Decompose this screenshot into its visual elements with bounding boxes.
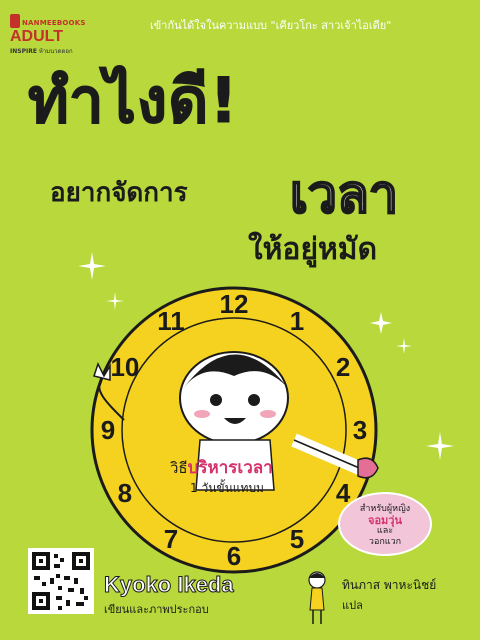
method-sub: 1 วันขั้นแทบม [190, 481, 264, 495]
imprint-name: INSPIRE [10, 48, 37, 55]
translator-role: แปล [342, 599, 363, 612]
clock-number-12: 12 [220, 289, 249, 319]
clock-number-9: 9 [101, 415, 115, 445]
book-icon [10, 13, 20, 28]
method-highlight: บริหารเวลา [187, 458, 273, 478]
clock-number-11: 11 [157, 306, 185, 336]
clock-number-8: 8 [118, 478, 132, 508]
publisher-name-row: NANMEEBOOKS [10, 10, 110, 29]
book-title: ทำไงดี! [28, 64, 239, 137]
clock-number-10: 10 [110, 352, 139, 382]
audience-bubble: สำหรับผู้หญิง จอมวุ่น และ วอกแวก [338, 492, 432, 556]
title-emphasis: เวลา [289, 164, 399, 226]
imprint-thai: ห้ามนวดดอก [38, 48, 73, 55]
title-tail: ให้อยู่หมัด [248, 232, 378, 267]
author-name: Kyoko Ikeda [104, 572, 235, 598]
clock-number-3: 3 [353, 415, 367, 445]
sparkle-icon [426, 432, 454, 460]
clock-number-5: 5 [290, 524, 304, 554]
publisher-name: NANMEEBOOKS [22, 19, 86, 27]
clock-number-1: 1 [290, 306, 304, 336]
publisher-logo: NANMEEBOOKS ADULT INSPIRE ห้ามนวดดอก [10, 10, 110, 56]
bubble-line-2: จอมวุ่น [368, 514, 402, 527]
book-cover: NANMEEBOOKS ADULT INSPIRE ห้ามนวดดอก เข้… [0, 0, 480, 640]
publisher-line: ADULT [10, 28, 64, 45]
method-prefix: วิธี [170, 459, 188, 477]
tagline: เข้ากันได้ใจในความแบบ "เคียวโกะ สาวเจ้าไ… [150, 19, 392, 32]
author-role: เขียนและภาพประกอบ [104, 603, 209, 616]
imprint-row: INSPIRE ห้ามนวดดอก [10, 46, 110, 56]
title-subline: อยากจัดการ [50, 178, 188, 208]
qr-code [28, 548, 94, 614]
sparkle-icon [78, 252, 106, 280]
clock-face: 121234567891011 [90, 286, 379, 574]
translator-figure-icon [308, 571, 326, 624]
clock-number-6: 6 [227, 541, 241, 571]
clock-illustration: 12 1 2 3 4 5 6 7 8 9 10 11 [84, 280, 384, 580]
bubble-line-4: วอกแวก [368, 537, 402, 547]
clock-number-2: 2 [336, 352, 350, 382]
bubble-line-3: และ [376, 526, 394, 536]
method-caption: วิธีบริหารเวลา 1 วันขั้นแทบม [170, 458, 320, 498]
clock-number-7: 7 [164, 524, 178, 554]
sparkle-icon [396, 338, 412, 354]
translator-name: ทินภาส พาหะนิชย์ [342, 578, 437, 592]
